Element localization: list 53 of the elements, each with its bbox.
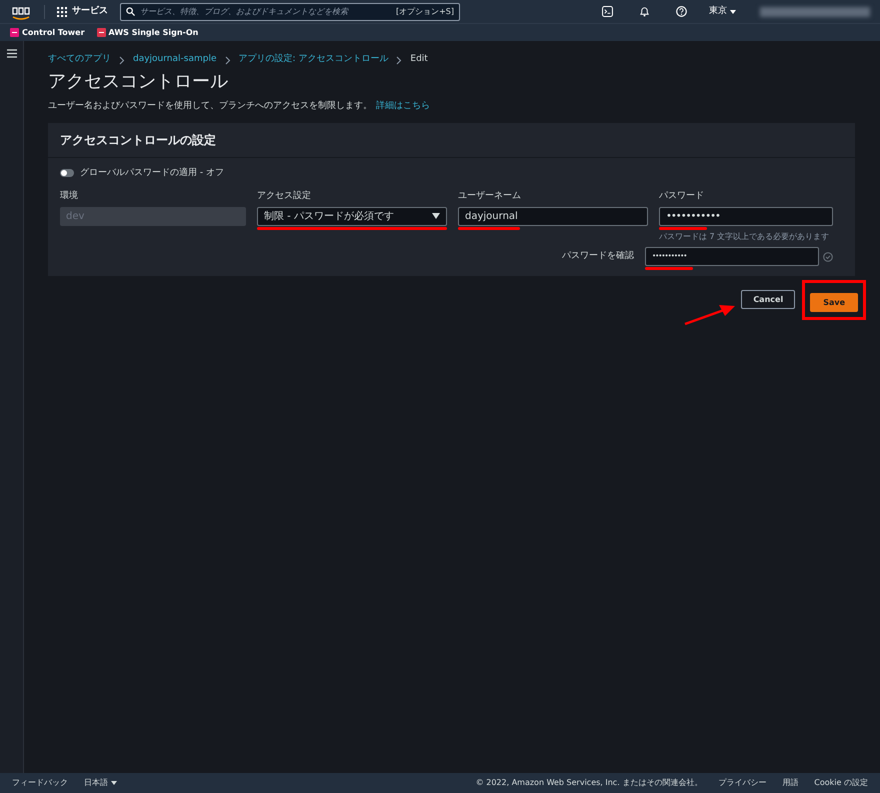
caret-icon [432, 213, 440, 219]
service-icon [96, 28, 106, 37]
search-icon [126, 7, 135, 16]
shortcut-hint: [オプション+S] [396, 6, 454, 18]
footer-link[interactable]: 用語 [782, 777, 798, 789]
caret-icon [730, 10, 736, 14]
field-label: ユーザーネーム [458, 190, 522, 203]
chevron-icon [119, 56, 125, 64]
input-field[interactable]: dayjournal [458, 206, 648, 226]
bookmark-link[interactable]: Control Tower [10, 26, 85, 38]
search-bar[interactable]: サービス、特徴、ブログ、およびドキュメントなどを検索 [オプション+S] [120, 2, 460, 20]
field-label: パスワードを確認 [561, 250, 635, 262]
help-icon[interactable] [676, 6, 687, 17]
access-select[interactable]: 制限 - パスワードが必須です [257, 206, 447, 226]
feedback-link[interactable]: フィードバック [12, 777, 68, 789]
footer-link[interactable]: プライバシー [718, 777, 766, 789]
grid-icon [57, 6, 67, 16]
learn-more-link[interactable]: 詳細はこちら [376, 100, 430, 114]
toggle-label: グローバルパスワードの適用 - オフ [80, 166, 224, 180]
language-menu[interactable]: 日本語 [84, 777, 117, 789]
breadcrumb-link[interactable]: アプリの設定: アクセスコントロール [238, 53, 388, 67]
environment-field: dev [60, 206, 246, 226]
caret-icon [111, 781, 117, 785]
panel-title: アクセスコントロールの設定 [60, 132, 216, 148]
breadcrumb-link[interactable]: dayjournal-sample [133, 53, 216, 67]
menu-icon[interactable] [6, 49, 16, 58]
region-menu[interactable]: 東京 [709, 4, 736, 18]
field-hint: パスワードは 7 文字以上である必要があります [659, 230, 830, 242]
toggle-switch[interactable] [60, 169, 74, 178]
annotation-underline [458, 226, 520, 230]
field-label: パスワード [659, 190, 705, 203]
bookmark-link[interactable]: AWS Single Sign-On [96, 26, 198, 38]
copyright-text: © 2022, Amazon Web Services, Inc. またはその関連会社。 [476, 777, 702, 789]
annotation-underline [659, 226, 707, 230]
page-title: アクセスコントロール [48, 70, 229, 94]
chevron-icon [224, 56, 230, 64]
password-field[interactable]: ••••••••••• [659, 206, 833, 226]
search-field[interactable]: サービス、特徴、ブログ、およびドキュメントなどを検索 [140, 6, 391, 18]
annotation-arrow [684, 302, 736, 326]
breadcrumb-link[interactable]: すべてのアプリ [48, 53, 111, 67]
breadcrumb-link[interactable]: Edit [410, 53, 428, 67]
service-icon [10, 28, 19, 37]
chevron-icon [396, 56, 402, 64]
save-button[interactable]: Save [810, 293, 858, 312]
terminal-icon[interactable] [602, 6, 613, 17]
annotation-underline [645, 266, 693, 270]
field-label: 環境 [60, 190, 79, 203]
bell-icon[interactable] [639, 6, 650, 17]
footer-link[interactable]: Cookie の設定 [814, 777, 868, 789]
cancel-button[interactable]: Cancel [741, 290, 796, 310]
services-button[interactable]: サービス [57, 4, 108, 18]
field-label: アクセス設定 [257, 190, 312, 203]
page-description: ユーザー名およびパスワードを使用して、ブランチへのアクセスを制限します。 [48, 100, 372, 113]
